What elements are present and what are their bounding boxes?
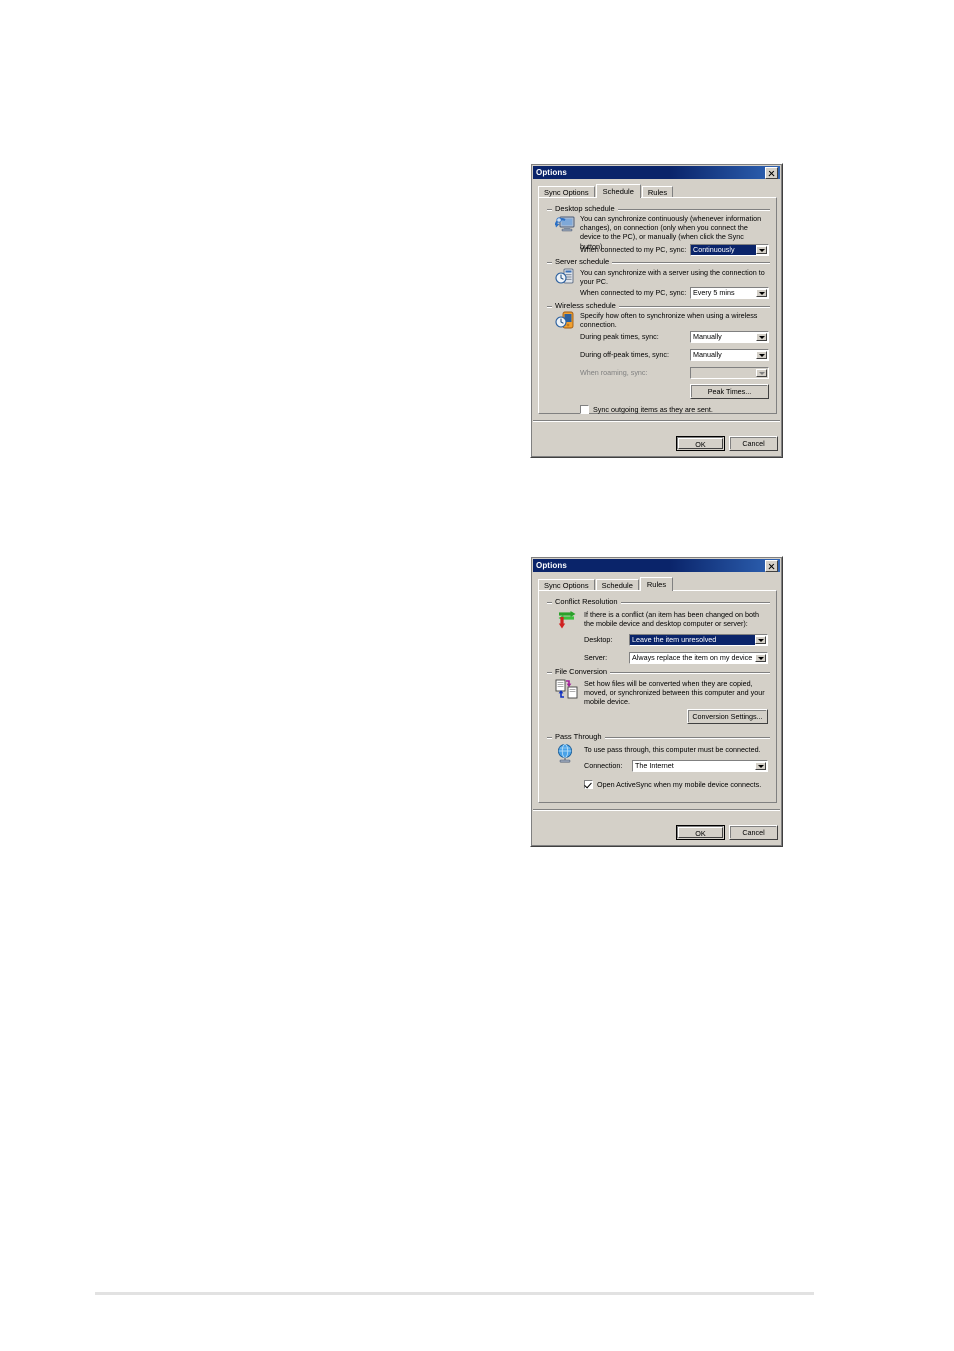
tab-schedule[interactable]: Schedule — [595, 184, 641, 198]
desktop-conflict-label: Desktop: — [584, 635, 613, 644]
tab-rules[interactable]: Rules — [639, 577, 674, 591]
cancel-button[interactable]: Cancel — [729, 436, 778, 451]
off-peak-times-combo[interactable]: Manually — [690, 349, 769, 361]
open-activesync-label: Open ActiveSync when my mobile device co… — [597, 780, 762, 789]
off-peak-times-label: During off-peak times, sync: — [580, 350, 669, 359]
conversion-settings-button[interactable]: Conversion Settings... — [687, 709, 768, 724]
roaming-label: When roaming, sync: — [580, 368, 648, 377]
desktop-sync-label: When connected to my PC, sync: — [580, 245, 687, 254]
file-convert-icon — [555, 679, 579, 701]
sync-outgoing-checkbox-row[interactable]: Sync outgoing items as they are sent. — [580, 405, 713, 414]
sync-outgoing-label: Sync outgoing items as they are sent. — [593, 405, 713, 414]
server-clock-icon — [555, 268, 577, 287]
desktop-sync-combo[interactable]: Continuously — [690, 244, 769, 256]
ok-button[interactable]: OK — [676, 825, 725, 840]
connection-value: The Internet — [635, 761, 674, 770]
mobile-clock-icon — [555, 311, 577, 332]
titlebar[interactable]: Options — [533, 559, 780, 572]
roaming-value — [691, 368, 756, 378]
chevron-down-icon[interactable] — [756, 289, 767, 297]
roaming-combo — [690, 367, 769, 379]
server-sync-combo[interactable]: Every 5 mins — [690, 287, 769, 299]
wireless-schedule-description: Specify how often to synchronize when us… — [580, 311, 758, 330]
desktop-conflict-combo[interactable]: Leave the item unresolved — [629, 634, 768, 646]
server-conflict-label: Server: — [584, 653, 608, 662]
ok-button-label: OK — [678, 827, 723, 838]
chevron-down-icon — [756, 369, 767, 377]
group-title-wireless-schedule: Wireless schedule — [552, 301, 619, 310]
group-title-conflict-resolution: Conflict Resolution — [552, 597, 621, 606]
off-peak-times-value: Manually — [693, 350, 722, 359]
peak-times-button[interactable]: Peak Times... — [690, 384, 769, 399]
chevron-down-icon[interactable] — [755, 636, 766, 644]
options-schedule-dialog[interactable]: Options Sync Options Schedule Rules Desk… — [530, 163, 783, 458]
page-footer-rule — [95, 1292, 814, 1295]
footer-separator — [533, 420, 780, 422]
server-sync-value: Every 5 mins — [693, 288, 735, 297]
group-title-file-conversion: File Conversion — [552, 667, 611, 676]
server-conflict-combo[interactable]: Always replace the item on my device — [629, 652, 768, 664]
peak-times-value: Manually — [693, 332, 722, 341]
file-conversion-description: Set how files will be converted when the… — [584, 679, 765, 707]
cancel-button[interactable]: Cancel — [729, 825, 778, 840]
peak-times-label: During peak times, sync: — [580, 332, 659, 341]
chevron-down-icon[interactable] — [756, 246, 767, 254]
peak-times-combo[interactable]: Manually — [690, 331, 769, 343]
rules-tab-panel: Conflict Resolution If there is a confli… — [538, 590, 777, 803]
options-rules-dialog[interactable]: Options Sync Options Schedule Rules Conf… — [530, 556, 783, 847]
server-sync-label: When connected to my PC, sync: — [580, 288, 687, 297]
sync-outgoing-checkbox[interactable] — [580, 405, 589, 414]
chevron-down-icon[interactable] — [756, 333, 767, 341]
group-title-desktop-schedule: Desktop schedule — [552, 204, 618, 213]
titlebar[interactable]: Options — [533, 166, 780, 179]
group-title-pass-through: Pass Through — [552, 732, 605, 741]
window-title: Options — [536, 561, 567, 570]
desktop-sync-icon — [554, 214, 577, 236]
desktop-sync-value: Continuously — [691, 245, 756, 255]
schedule-tab-panel: Desktop schedule You can synchronize con… — [538, 197, 777, 414]
connection-label: Connection: — [584, 761, 623, 770]
server-conflict-value: Always replace the item on my device — [632, 653, 753, 662]
chevron-down-icon[interactable] — [755, 762, 766, 770]
connection-combo[interactable]: The Internet — [632, 760, 768, 772]
close-icon[interactable] — [765, 166, 778, 179]
desktop-conflict-value: Leave the item unresolved — [630, 635, 755, 645]
conflict-arrows-icon — [555, 608, 579, 632]
tabstrip[interactable]: Sync Options Schedule Rules — [538, 184, 674, 198]
ok-button-label: OK — [678, 438, 723, 449]
close-icon[interactable] — [765, 559, 778, 572]
chevron-down-icon[interactable] — [756, 351, 767, 359]
open-activesync-checkbox-row[interactable]: Open ActiveSync when my mobile device co… — [584, 780, 761, 789]
chevron-down-icon[interactable] — [755, 654, 766, 662]
pass-through-description: To use pass through, this computer must … — [584, 745, 761, 754]
ok-button[interactable]: OK — [676, 436, 725, 451]
group-title-server-schedule: Server schedule — [552, 257, 613, 266]
window-title: Options — [536, 168, 567, 177]
globe-icon — [555, 743, 577, 765]
server-schedule-description: You can synchronize with a server using … — [580, 268, 765, 287]
tabstrip[interactable]: Sync Options Schedule Rules — [538, 577, 674, 591]
footer-separator — [533, 809, 780, 811]
open-activesync-checkbox[interactable] — [584, 780, 593, 789]
conflict-resolution-description: If there is a conflict (an item has been… — [584, 610, 760, 629]
